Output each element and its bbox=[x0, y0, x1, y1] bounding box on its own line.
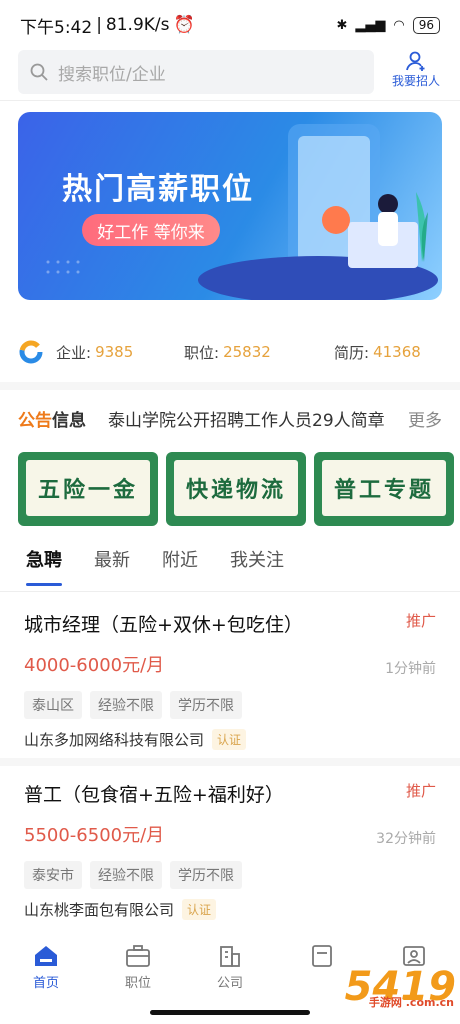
promo-label: 推广 bbox=[405, 782, 436, 800]
job-tag: 泰安市 bbox=[24, 861, 82, 889]
verified-badge: 认证 bbox=[182, 899, 217, 920]
tab-latest[interactable]: 最新 bbox=[94, 546, 130, 572]
nav-jobs[interactable]: 职位 bbox=[92, 944, 184, 1004]
chart-ring-icon bbox=[19, 340, 43, 364]
job-tag: 学历不限 bbox=[170, 691, 242, 719]
category-card[interactable]: 五险一金 bbox=[18, 452, 158, 526]
tab-nearby[interactable]: 附近 bbox=[162, 546, 198, 572]
job-company: 山东多加网络科技有限公司 认证 bbox=[24, 729, 436, 750]
alarm-icon: ⏰ bbox=[173, 15, 195, 35]
section-gap bbox=[0, 758, 460, 766]
category-row: 五险一金 快递物流 普工专题 bbox=[18, 452, 460, 528]
notice-bar[interactable]: 公告信息 泰山学院公开招聘工作人员29人简章 更多 bbox=[18, 398, 442, 438]
recruit-label: 我要招人 bbox=[391, 74, 440, 88]
notice-text[interactable]: 泰山学院公开招聘工作人员29人简章 bbox=[108, 406, 398, 431]
job-tag: 经验不限 bbox=[90, 861, 162, 889]
divider bbox=[0, 100, 460, 101]
nav-home[interactable]: 首页 bbox=[0, 944, 92, 1004]
wifi-icon: ◠ bbox=[393, 17, 405, 33]
promo-banner[interactable]: 热门高薪职位 好工作 等你来 bbox=[18, 112, 442, 300]
stat-company: 企业: 9385 bbox=[56, 343, 134, 362]
briefcase-icon bbox=[126, 945, 150, 967]
stats-row: 企业: 9385 职位: 25832 简历: 41368 bbox=[18, 336, 442, 368]
job-time: 32分钟前 bbox=[376, 831, 436, 847]
stat-resume: 简历: 41368 bbox=[334, 343, 421, 362]
user-add-icon bbox=[406, 51, 425, 71]
tabs-divider bbox=[0, 591, 460, 592]
top-bar: 搜索职位/企业 我要招人 bbox=[0, 50, 460, 96]
banner-pill: 好工作 等你来 bbox=[82, 214, 220, 246]
job-tag: 泰山区 bbox=[24, 691, 82, 719]
job-title: 城市经理（五险+双休+包吃住） bbox=[24, 614, 303, 636]
tab-urgent[interactable]: 急聘 bbox=[26, 546, 62, 586]
tab-following[interactable]: 我关注 bbox=[230, 546, 284, 572]
search-input[interactable]: 搜索职位/企业 bbox=[18, 50, 374, 94]
job-title: 普工（包食宿+五险+福利好） bbox=[24, 784, 284, 806]
nav-company[interactable]: 公司 bbox=[184, 944, 276, 1004]
job-salary: 4000-6000元/月 bbox=[24, 655, 165, 676]
search-icon bbox=[30, 63, 48, 81]
job-tabs: 急聘 最新 附近 我关注 bbox=[26, 546, 284, 586]
job-salary: 5500-6500元/月 bbox=[24, 825, 165, 846]
verified-badge: 认证 bbox=[212, 729, 247, 750]
job-tag: 学历不限 bbox=[170, 861, 242, 889]
notice-tag: 公告信息 bbox=[18, 410, 86, 431]
building-icon bbox=[220, 946, 240, 967]
document-icon bbox=[312, 945, 332, 967]
job-card[interactable]: 城市经理（五险+双休+包吃住） 推广 4000-6000元/月 1分钟前 泰山区… bbox=[24, 610, 436, 750]
notice-more-link[interactable]: 更多 bbox=[408, 406, 442, 431]
job-tags: 泰安市 经验不限 学历不限 bbox=[24, 861, 436, 889]
search-placeholder: 搜索职位/企业 bbox=[58, 64, 166, 85]
category-card[interactable]: 普工专题 bbox=[314, 452, 454, 526]
promo-label: 推广 bbox=[405, 612, 436, 630]
status-bar: 下午5:42 | 81.9K/s ⏰ ✱ ▂▄▆ ◠ 96 bbox=[0, 0, 460, 50]
home-icon bbox=[35, 946, 57, 966]
stat-position: 职位: 25832 bbox=[184, 343, 271, 362]
job-tags: 泰山区 经验不限 学历不限 bbox=[24, 691, 436, 719]
battery-indicator: 96 bbox=[412, 16, 440, 34]
recruit-button[interactable]: 我要招人 bbox=[386, 50, 446, 89]
job-time: 1分钟前 bbox=[385, 661, 436, 677]
home-indicator bbox=[150, 1010, 310, 1015]
job-tag: 经验不限 bbox=[90, 691, 162, 719]
status-speed: 81.9K/s bbox=[105, 15, 170, 35]
site-watermark-logo: 5419 手游网 .com.cn bbox=[344, 964, 456, 1010]
banner-title: 热门高薪职位 bbox=[62, 172, 254, 207]
category-card[interactable]: 快递物流 bbox=[166, 452, 306, 526]
bluetooth-icon: ✱ bbox=[336, 17, 348, 33]
section-gap bbox=[0, 382, 460, 390]
signal-icon: ▂▄▆ bbox=[355, 17, 386, 33]
status-time: 下午5:42 bbox=[20, 17, 93, 38]
job-company: 山东桃李面包有限公司 认证 bbox=[24, 899, 436, 920]
job-card[interactable]: 普工（包食宿+五险+福利好） 推广 5500-6500元/月 32分钟前 泰安市… bbox=[24, 780, 436, 920]
